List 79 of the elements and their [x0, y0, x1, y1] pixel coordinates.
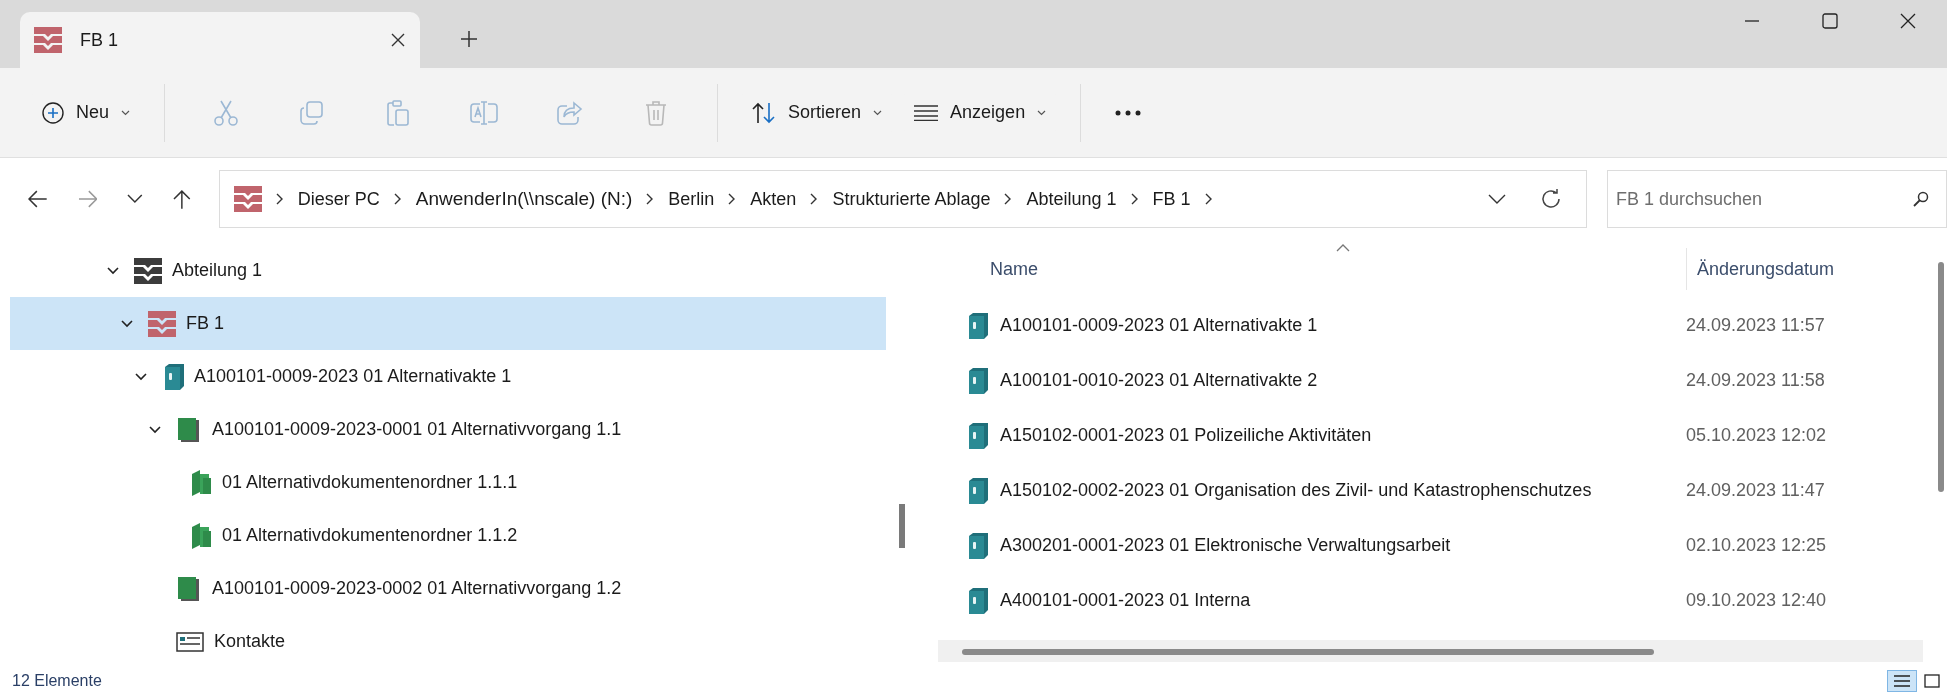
breadcrumb[interactable]: Akten — [750, 188, 797, 210]
tree-item[interactable]: Abteilung 1 — [10, 244, 886, 297]
tree-item[interactable]: 01 Alternativdokumentenordner 1.1.2 — [10, 509, 886, 562]
chevron-right-icon — [1004, 193, 1013, 205]
file-name[interactable]: A100101-0010-2023 01 Alternativakte 2 — [1000, 370, 1318, 391]
binder-icon — [966, 422, 988, 449]
file-name[interactable]: A150102-0002-2023 01 Organisation des Zivil- und Katastrophenschutzes — [1000, 480, 1592, 501]
drawer-icon — [34, 27, 62, 53]
breadcrumb[interactable]: AnwenderIn(\\nscale) (N:) — [415, 188, 633, 210]
chevron-down-icon[interactable] — [127, 194, 144, 204]
up-icon[interactable] — [173, 189, 191, 209]
scrollbar-thumb[interactable] — [899, 504, 905, 548]
file-name[interactable]: A150102-0001-2023 01 Polizeiliche Aktivitäten — [1000, 425, 1372, 446]
chevron-right-icon — [393, 193, 402, 205]
scrollbar-thumb[interactable] — [962, 649, 1654, 655]
tree-item[interactable]: FB 1 — [10, 297, 886, 350]
column-header[interactable]: Änderungsdatum — [1686, 248, 1835, 290]
folder-icon — [176, 416, 202, 443]
details-view-button[interactable] — [1887, 670, 1917, 692]
more-icon[interactable] — [1115, 109, 1142, 116]
tree-item[interactable]: 01 Alternativdokumentenordner 1.1.1 — [10, 456, 886, 509]
tree-item[interactable]: Kontakte — [10, 615, 886, 668]
refresh-icon[interactable] — [1540, 188, 1562, 210]
search-icon — [1913, 191, 1929, 207]
list-icon — [914, 104, 939, 121]
contact-card-icon — [176, 631, 204, 652]
folder-icon — [176, 575, 202, 602]
forward-icon[interactable] — [77, 190, 98, 208]
caret-icon — [121, 109, 131, 116]
tree-item[interactable]: A100101-0009-2023-0002 01 Alternativvorgang 1.2 — [10, 562, 886, 615]
binder-icon — [162, 363, 184, 390]
drawer-icon — [148, 310, 176, 337]
sort-icon — [752, 101, 777, 124]
column-header[interactable]: Name — [990, 258, 1686, 280]
scrollbar-thumb[interactable] — [1938, 262, 1944, 492]
chevron-down-icon[interactable] — [1488, 194, 1506, 204]
binder-icon — [966, 312, 988, 339]
caret-icon — [1037, 109, 1047, 116]
new-tab-icon[interactable] — [460, 30, 478, 48]
modified-date: 24.09.2023 11:47 — [1686, 480, 1825, 501]
tree-item[interactable]: A100101-0009-2023 01 Alternativakte 1 — [10, 350, 886, 403]
binder-icon — [966, 587, 988, 614]
modified-date: 02.10.2023 12:25 — [1686, 535, 1827, 556]
chevron-right-icon — [728, 193, 737, 205]
folder-icon — [190, 522, 212, 549]
folder-icon — [190, 469, 212, 496]
caret-icon — [873, 109, 883, 116]
chevron-right-icon — [275, 193, 284, 205]
search-field[interactable]: FB 1 durchsuchen — [1607, 170, 1947, 228]
file-name[interactable]: A300201-0001-2023 01 Elektronische Verwaltungsarbeit — [1000, 535, 1451, 556]
plus-circle-icon — [42, 101, 64, 124]
chevron-right-icon — [810, 193, 819, 205]
modified-date: 24.09.2023 11:57 — [1686, 315, 1825, 336]
modified-date: 05.10.2023 12:02 — [1686, 425, 1827, 446]
modified-date: 09.10.2023 12:40 — [1686, 590, 1827, 611]
chevron-right-icon — [1130, 193, 1139, 205]
breadcrumb[interactable]: Abteilung 1 — [1026, 188, 1117, 210]
list-view-icon — [1894, 675, 1910, 687]
file-name[interactable]: A100101-0009-2023 01 Alternativakte 1 — [1000, 315, 1318, 336]
drawer-icon — [233, 186, 262, 212]
back-icon[interactable] — [28, 190, 48, 208]
drawer-icon — [134, 257, 162, 284]
file-name[interactable]: A400101-0001-2023 01 Interna — [1000, 590, 1251, 611]
tab[interactable]: FB 1 — [20, 12, 420, 68]
chevron-right-icon — [646, 193, 655, 205]
modified-date: 24.09.2023 11:58 — [1686, 370, 1825, 391]
binder-icon — [966, 477, 988, 504]
binder-icon — [966, 532, 988, 559]
binder-icon — [966, 367, 988, 394]
item-count: 12 Elemente — [12, 672, 102, 690]
breadcrumb[interactable]: Strukturierte Ablage — [832, 188, 991, 210]
breadcrumb[interactable]: FB 1 — [1152, 188, 1191, 210]
chevron-right-icon — [1204, 193, 1213, 205]
close-icon[interactable] — [390, 32, 406, 48]
tiles-view-icon — [1924, 674, 1940, 688]
address-bar[interactable]: Dieser PC AnwenderIn(\\nscale) (N:) Berlin Akten Strukturierte Ablage Abteilung 1 FB 1 — [218, 170, 1587, 228]
breadcrumb[interactable]: Dieser PC — [297, 188, 380, 210]
tree-item[interactable]: A100101-0009-2023-0001 01 Alternativvorgang 1.1 — [10, 403, 886, 456]
breadcrumb[interactable]: Berlin — [668, 188, 715, 210]
